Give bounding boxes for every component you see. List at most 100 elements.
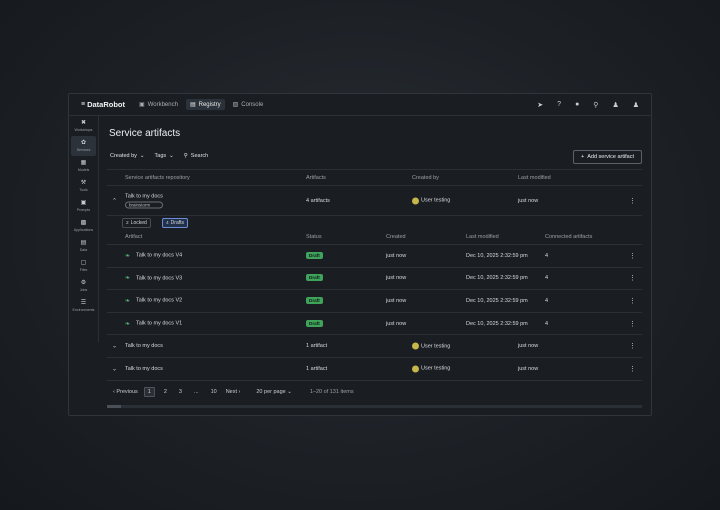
sidebar-item-tools[interactable]: ⚒ Tools [71, 176, 96, 196]
pagination: ‹ Previous 1 2 3 ... 10 Next › 20 per pa… [113, 387, 354, 397]
chevron-down-icon[interactable]: ⌄ [112, 343, 117, 350]
sidebar-item-data[interactable]: ▤ Data [71, 236, 96, 256]
connected-cell: 4 [545, 320, 549, 327]
artifact-icon: ❧ [125, 298, 131, 305]
table-row[interactable]: ⌃ Talk to my docs brainstorm 4 artifacts… [107, 186, 642, 216]
next-label: Next [225, 389, 237, 395]
artifact-icon: ❧ [125, 321, 131, 328]
header-artifacts: Artifacts [306, 174, 326, 181]
nav-console[interactable]: ▧ Console [229, 99, 268, 110]
drafts-pill[interactable]: 4 Drafts [162, 218, 189, 228]
sidebar-item-environments[interactable]: ☰ Environments [71, 296, 96, 316]
logo-mark-icon: ≡ [81, 101, 86, 108]
created-by-cell: User testing [412, 342, 451, 350]
help-icon[interactable]: ? [557, 101, 561, 108]
kebab-menu-icon[interactable]: ⋮ [629, 252, 636, 260]
created-by-filter-label: Created by [110, 153, 137, 159]
add-service-artifact-label: Add service artifact [587, 154, 634, 160]
add-service-artifact-button[interactable]: + Add service artifact [573, 150, 642, 164]
next-button[interactable]: Next › [226, 389, 241, 395]
table-row[interactable]: ⌄ Talk to my docs 1 artifact User testin… [107, 335, 642, 358]
repo-cell: Talk to my docs brainstorm [125, 193, 163, 208]
user-management-icon[interactable]: ♟ [612, 101, 618, 109]
page-range: 1–20 of 131 items [309, 389, 354, 395]
sidebar-item-jobs[interactable]: ⚙ Jobs [71, 276, 96, 296]
tags-filter[interactable]: Tags ⌄ [155, 153, 174, 159]
kebab-menu-icon[interactable]: ⋮ [629, 320, 636, 328]
status-badge: Draft [306, 319, 323, 327]
repo-name[interactable]: Talk to my docs [125, 193, 163, 199]
kebab-menu-icon[interactable]: ⋮ [629, 297, 636, 305]
last-modified-cell: Dec 10, 2025 2:32:59 pm [466, 297, 528, 304]
kebab-menu-icon[interactable]: ⋮ [629, 365, 636, 373]
filter-bar: Created by ⌄ Tags ⌄ ⚲ Search [110, 153, 208, 159]
repo-name[interactable]: Talk to my docs [125, 366, 163, 372]
artifact-name[interactable]: Talk to my docs V2 [136, 298, 182, 304]
status-cell: Draft [306, 296, 323, 304]
artifact-name[interactable]: Talk to my docs V4 [136, 253, 182, 259]
search-icon[interactable]: ⚲ [593, 101, 598, 109]
page-3[interactable]: 3 [176, 388, 185, 396]
artifact-cell: ❧ Talk to my docs V1 [125, 320, 182, 328]
sidebar-item-label: Workshops [74, 128, 93, 132]
drafts-count: 4 [166, 220, 169, 226]
created-by-filter[interactable]: Created by ⌄ [110, 153, 145, 159]
locked-pill[interactable]: 2 Locked [122, 218, 151, 228]
artifact-row[interactable]: ❧ Talk to my docs V4 Draft just now Dec … [107, 245, 642, 268]
previous-button[interactable]: ‹ Previous [113, 389, 138, 395]
chevron-down-icon: ⌄ [139, 153, 145, 159]
page-10[interactable]: 10 [208, 388, 220, 396]
header-status: Status [306, 233, 322, 240]
sidebar-item-prompts[interactable]: ▣ Prompts [71, 196, 96, 216]
sidebar-item-models[interactable]: ▦ Models [71, 156, 96, 176]
drafts-label: Drafts [170, 220, 185, 226]
notifications-icon[interactable]: ● [575, 101, 579, 108]
registry-icon: ▤ [189, 102, 196, 108]
nav-workbench[interactable]: ▣ Workbench [135, 99, 182, 110]
files-icon: ▢ [80, 260, 87, 266]
datarobot-logo[interactable]: ≡ DataRobot [81, 100, 125, 109]
per-page-select[interactable]: 20 per page ⌄ [256, 389, 292, 395]
rocket-icon[interactable]: ➤ [537, 101, 543, 109]
kebab-menu-icon[interactable]: ⋮ [629, 342, 636, 350]
connected-cell: 4 [545, 252, 549, 259]
table-row[interactable]: ⌄ Talk to my docs 1 artifact User testin… [107, 358, 642, 381]
avatar [412, 365, 419, 373]
repo-name[interactable]: Talk to my docs [125, 343, 163, 349]
chevron-up-icon[interactable]: ⌃ [112, 197, 117, 204]
page-1[interactable]: 1 [143, 387, 155, 397]
locked-count: 2 [126, 220, 129, 226]
created-by-cell: User testing [412, 197, 450, 204]
applications-icon: ▩ [80, 220, 87, 226]
kebab-menu-icon[interactable]: ⋮ [629, 274, 636, 282]
sidebar-item-label: Files [79, 268, 88, 272]
status-badge: Draft [306, 274, 323, 282]
artifact-row[interactable]: ❧ Talk to my docs V3 Draft just now Dec … [107, 268, 642, 291]
artifact-count: 4 artifacts [306, 197, 330, 204]
artifact-icon: ❧ [125, 253, 131, 260]
artifact-name[interactable]: Talk to my docs V1 [136, 321, 182, 327]
avatar [412, 342, 419, 350]
created-cell: just now [386, 297, 407, 304]
search-filter[interactable]: ⚲ Search [184, 153, 208, 159]
plus-icon: + [581, 154, 585, 160]
kebab-menu-icon[interactable]: ⋮ [629, 197, 636, 205]
created-by-name: User testing [421, 343, 451, 350]
header-last-modified: Last modified [518, 174, 551, 181]
profile-icon[interactable]: ♟ [633, 101, 639, 109]
artifact-row[interactable]: ❧ Talk to my docs V2 Draft just now Dec … [107, 290, 642, 313]
artifact-row[interactable]: ❧ Talk to my docs V1 Draft just now Dec … [107, 313, 642, 336]
horizontal-scrollbar[interactable] [107, 405, 642, 408]
sidebar-item-applications[interactable]: ▩ Applications [71, 216, 96, 236]
scrollbar-thumb[interactable] [107, 405, 121, 408]
artifact-name[interactable]: Talk to my docs V3 [136, 275, 182, 281]
page-2[interactable]: 2 [161, 388, 170, 396]
chevron-down-icon[interactable]: ⌄ [112, 365, 117, 372]
connected-cell: 4 [545, 275, 549, 282]
tag-badge: brainstorm [125, 201, 163, 208]
created-by-name: User testing [421, 197, 451, 204]
sidebar-item-services[interactable]: ✿ Services [71, 136, 96, 156]
sidebar-item-workshops[interactable]: ✖ Workshops [71, 116, 96, 136]
sidebar-item-files[interactable]: ▢ Files [71, 256, 96, 276]
nav-registry[interactable]: ▤ Registry [185, 99, 225, 110]
